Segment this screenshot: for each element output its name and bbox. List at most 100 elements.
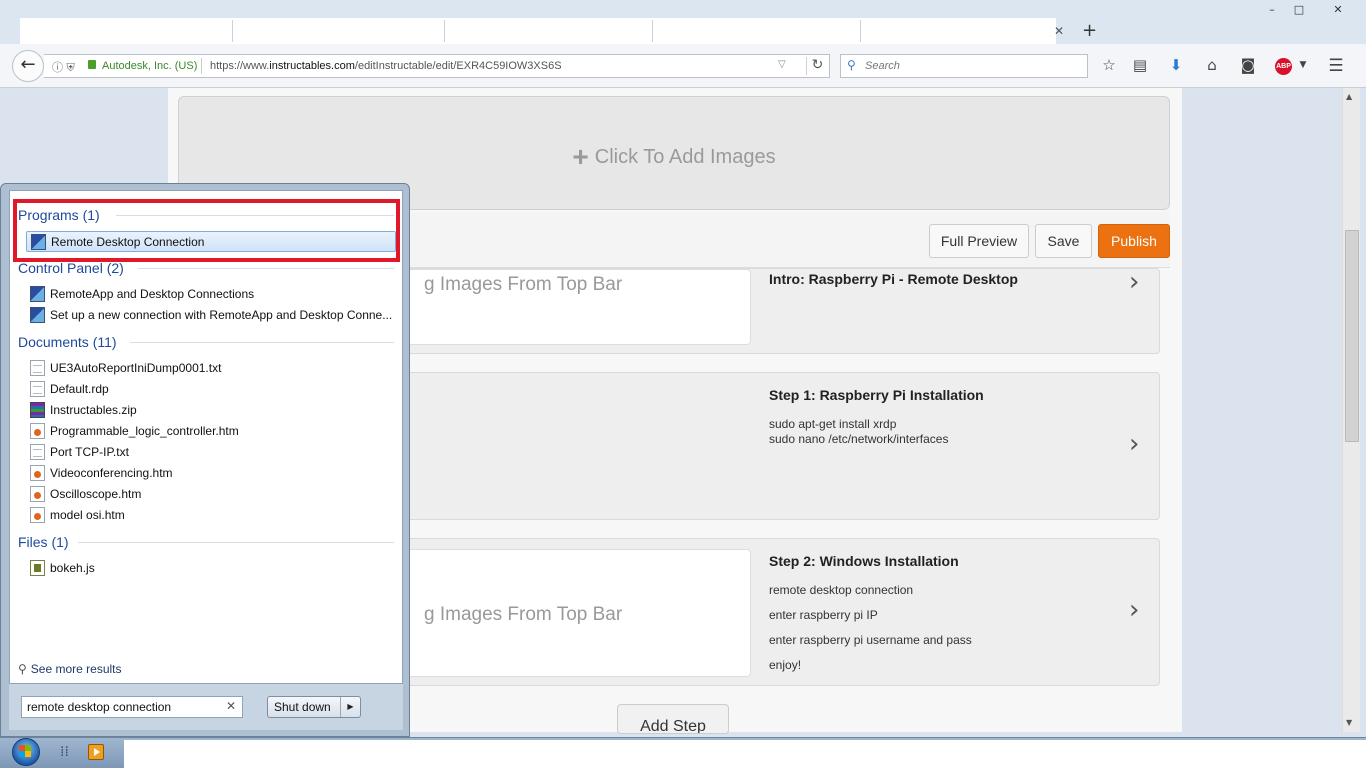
menu-icon[interactable]: ☰ [1325,56,1347,76]
url-path: /editInstructable/edit/EXR4C59IOW3XS6S [354,60,562,72]
step-text-line: remote desktop connection [769,583,914,597]
rdp-icon [30,286,45,302]
step-card-1[interactable]: Step 1: Raspberry Pi Installation sudo a… [340,372,1160,520]
html-file-icon [30,423,45,439]
html-file-icon [30,507,45,523]
step-image-hint: g Images From Top Bar [424,604,623,625]
results-group-header[interactable]: Documents (11) [18,334,117,350]
result-label: Port TCP-IP.txt [50,445,129,459]
taskbar-grip-icon: ⁞⁞ [60,744,69,760]
url-divider [201,58,202,74]
dropdown-icon[interactable]: ▽ [778,59,786,70]
result-item[interactable]: Programmable_logic_controller.htm [26,421,396,442]
windows-flag-icon [19,745,31,757]
scrollbar-thumb[interactable] [1345,230,1359,442]
tab-separator [860,20,861,42]
reading-list-icon[interactable]: ▤ [1129,56,1151,76]
site-identity[interactable]: Autodesk, Inc. (US) [102,60,197,72]
new-tab-button[interactable]: + [1082,20,1097,41]
minimize-button[interactable]: – [1258,2,1286,20]
start-search-input[interactable]: remote desktop connection ✕ [21,696,243,718]
result-item[interactable]: model osi.htm [26,505,396,526]
adblock-dropdown-icon[interactable]: ▼ [1292,60,1314,80]
shut-down-button[interactable]: Shut down ▶ [267,696,361,718]
maximize-button[interactable]: □ [1285,2,1313,20]
step-text-line: enter raspberry pi IP [769,608,878,622]
scroll-down-icon[interactable]: ▼ [1346,718,1352,727]
step-title: Step 2: Windows Installation [769,553,959,569]
chevron-right-icon[interactable]: › [1129,595,1139,625]
tab-close-icon[interactable]: ✕ [1054,24,1064,38]
start-button[interactable] [8,737,44,768]
full-preview-button[interactable]: Full Preview [929,224,1029,258]
result-item[interactable]: UE3AutoReportIniDump0001.txt [26,358,396,379]
add-images-text: Click To Add Images [594,146,776,168]
step-title: Step 1: Raspberry Pi Installation [769,387,984,403]
search-placeholder: Search [865,60,900,72]
tab-separator [652,20,653,42]
group-divider [78,542,394,543]
add-images-label: + Click To Add Images [179,141,1169,173]
close-window-button[interactable]: ✕ [1318,2,1358,20]
clear-search-icon[interactable]: ✕ [226,699,236,713]
result-item[interactable]: bokeh.js [26,558,396,579]
result-label: Set up a new connection with RemoteApp a… [50,308,393,322]
tab-separator [232,20,233,42]
media-player-icon[interactable] [88,744,104,760]
step-card-intro[interactable]: g Images From Top Bar Intro: Raspberry P… [340,267,1160,354]
group-divider [130,342,394,343]
pocket-icon[interactable]: ◙ [1237,56,1259,76]
tab-strip[interactable] [20,18,1056,44]
home-icon[interactable]: ⌂ [1201,56,1223,76]
page-margin-right [1182,88,1342,732]
search-input[interactable]: ⚲ Search [840,54,1088,78]
vertical-scrollbar[interactable]: ▲ ▼ [1342,88,1360,732]
save-button[interactable]: Save [1035,224,1092,258]
see-more-results-link[interactable]: ⚲ See more results [18,662,122,676]
scroll-up-icon[interactable]: ▲ [1346,92,1352,101]
address-bar[interactable]: ⓘ ⛨ Autodesk, Inc. (US) https://www.inst… [44,54,830,78]
results-group-header[interactable]: Files (1) [18,534,69,550]
back-arrow-icon: ← [20,54,36,75]
results-group-header[interactable]: Control Panel (2) [18,260,124,276]
tab-separator [444,20,445,42]
html-file-icon [30,486,45,502]
result-item[interactable]: Videoconferencing.htm [26,463,396,484]
script-file-icon [30,560,45,576]
chevron-right-icon[interactable]: › [1129,429,1139,459]
result-item[interactable]: Oscilloscope.htm [26,484,396,505]
rdp-icon [30,307,45,323]
url-prefix: https://www. [210,60,270,72]
info-icon[interactable]: ⓘ ⛨ [52,59,75,75]
result-label: Oscilloscope.htm [50,487,142,501]
result-item[interactable]: Port TCP-IP.txt [26,442,396,463]
highlight-annotation [13,199,400,262]
text-file-icon [30,381,45,397]
start-menu: Programs (1) Remote Desktop Connection C… [0,183,410,737]
result-item[interactable]: RemoteApp and Desktop Connections [26,284,396,305]
star-icon[interactable]: ☆ [1098,56,1120,76]
step-card-2[interactable]: g Images From Top Bar Step 2: Windows In… [340,538,1160,686]
result-label: model osi.htm [50,508,125,522]
adblock-icon[interactable]: ABP [1275,58,1292,75]
publish-button[interactable]: Publish [1098,224,1170,258]
result-label: Default.rdp [50,382,109,396]
step-text-line: sudo apt-get install xrdp [769,417,897,431]
chevron-right-icon[interactable]: › [1129,267,1139,297]
result-item[interactable]: Set up a new connection with RemoteApp a… [26,305,396,326]
shut-down-options-icon[interactable]: ▶ [340,697,360,717]
result-item[interactable]: Instructables.zip [26,400,396,421]
magnifier-icon: ⚲ [18,662,27,676]
start-search-value: remote desktop connection [27,700,172,714]
result-label: UE3AutoReportIniDump0001.txt [50,361,222,375]
download-icon[interactable]: ⬇ [1165,56,1187,76]
taskbar-window-area [124,740,1366,768]
result-item[interactable]: Default.rdp [26,379,396,400]
text-file-icon [30,360,45,376]
back-button[interactable]: ← [12,50,44,82]
url-text[interactable]: https://www.instructables.com/editInstru… [210,60,562,72]
reload-icon[interactable]: ↻ [806,57,828,75]
result-label: Instructables.zip [50,403,137,417]
plus-icon: + [572,141,589,172]
add-step-button[interactable]: Add Step [617,704,729,734]
